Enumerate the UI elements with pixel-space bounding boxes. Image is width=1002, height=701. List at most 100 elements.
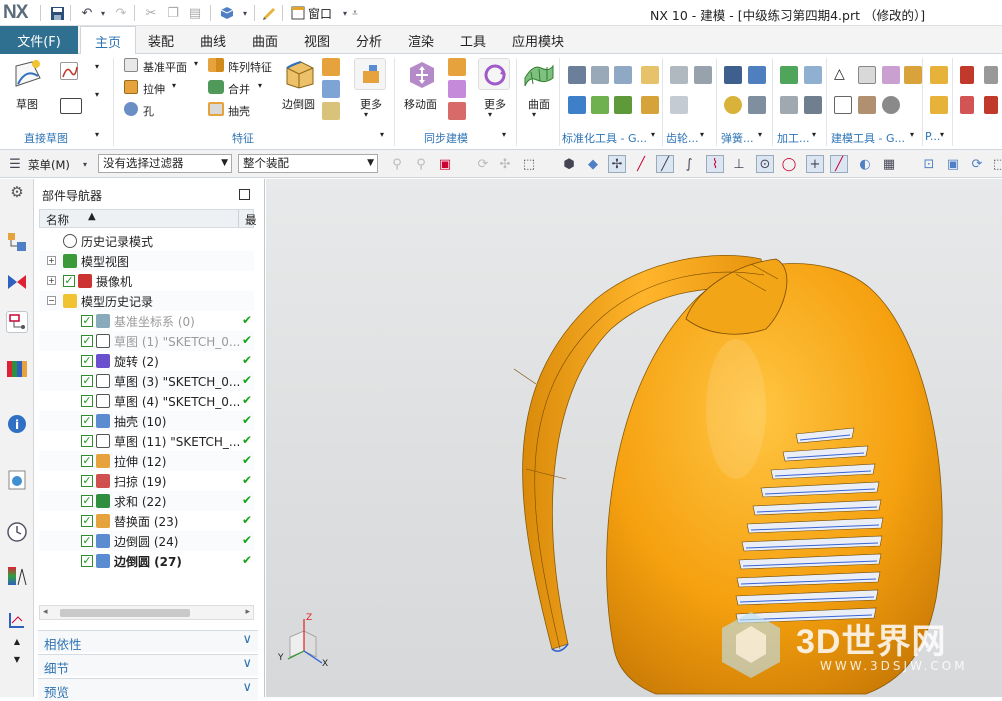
window-icon[interactable] — [289, 4, 307, 22]
tab-view[interactable]: 视图 — [304, 31, 330, 50]
arc-center-icon[interactable]: ⊥ — [730, 155, 748, 173]
system-materials-icon[interactable] — [6, 565, 28, 587]
tab-surface[interactable]: 曲面 — [252, 31, 278, 50]
visibility-checkbox[interactable]: ✓ — [81, 435, 93, 447]
tab-tools[interactable]: 工具 — [460, 31, 486, 50]
reuse-library-icon[interactable] — [6, 357, 28, 379]
tab-assembly[interactable]: 装配 — [148, 31, 174, 50]
modeling-tool-icon[interactable] — [858, 96, 876, 114]
scroll-right-icon[interactable]: ▸ — [245, 607, 250, 617]
hole-icon[interactable] — [124, 102, 138, 116]
chevron-down-icon[interactable]: ▾ — [95, 90, 113, 108]
group-gear[interactable]: 齿轮... — [666, 130, 699, 146]
draft-icon[interactable] — [322, 80, 340, 98]
tree-row[interactable]: ✓ 基准坐标系 (0) ✔ — [39, 311, 254, 331]
visibility-checkbox[interactable]: ✓ — [81, 395, 93, 407]
visibility-checkbox[interactable]: ✓ — [81, 535, 93, 547]
selection-scope-select[interactable]: 整个装配 ▼ — [238, 154, 378, 173]
standard-tool-icon[interactable] — [591, 96, 609, 114]
paste-icon[interactable]: ▤ — [186, 4, 204, 22]
group-standard-tools[interactable]: 标准化工具 - G... — [562, 130, 647, 146]
curve-icon[interactable] — [60, 62, 78, 80]
chevron-down-icon[interactable]: ▾ — [380, 130, 398, 148]
visibility-checkbox[interactable]: ✓ — [81, 555, 93, 567]
modeling-tool-icon[interactable] — [904, 66, 922, 84]
modeling-tool-icon[interactable] — [882, 66, 900, 84]
point-on-face-icon[interactable]: ◐ — [856, 155, 874, 173]
spring-tool-icon[interactable] — [748, 66, 766, 84]
chevron-down-icon[interactable]: ▾ — [502, 130, 520, 148]
panel-details[interactable]: 细节 ∨ — [38, 654, 258, 676]
control-point-icon[interactable]: ∫ — [680, 155, 698, 173]
annotation-icon[interactable] — [984, 66, 998, 84]
copy-icon[interactable]: ❐ — [164, 4, 182, 22]
lasso-icon[interactable]: ⟳ — [474, 155, 492, 173]
select-icon[interactable]: ✣ — [496, 155, 514, 173]
file-tab[interactable]: 文件(F) — [0, 26, 78, 54]
body-select-icon[interactable]: ⬢ — [560, 155, 578, 173]
modeling-tool-icon[interactable] — [882, 96, 900, 114]
gear-tool-icon[interactable] — [670, 66, 688, 84]
p-tool-icon[interactable] — [930, 66, 948, 84]
visibility-checkbox[interactable]: ✓ — [81, 475, 93, 487]
visibility-checkbox[interactable]: ✓ — [81, 315, 93, 327]
tree-row[interactable]: ✓ 抽壳 (10) ✔ — [39, 411, 254, 431]
filter-icon[interactable]: ▣ — [436, 155, 454, 173]
pattern-feature-icon[interactable] — [208, 58, 224, 72]
rectangle-icon[interactable] — [60, 98, 82, 114]
standard-tool-icon[interactable] — [614, 96, 632, 114]
spring-tool-icon[interactable] — [724, 96, 742, 114]
chevron-down-icon[interactable]: ▾ — [940, 130, 958, 148]
end-point-icon[interactable]: ╱ — [632, 155, 650, 173]
chevron-down-icon[interactable]: ▾ — [95, 130, 113, 148]
rotate-icon[interactable]: ⟳ — [968, 155, 986, 173]
rectangle-select-icon[interactable]: ⬚ — [520, 155, 538, 173]
shell-label[interactable]: 抽壳 — [228, 103, 250, 119]
scroll-thumb[interactable] — [60, 609, 190, 617]
delete-face-icon[interactable] — [448, 102, 466, 120]
tab-render[interactable]: 渲染 — [408, 31, 434, 50]
group-direct-sketch[interactable]: 直接草图 — [24, 130, 68, 146]
view-triad[interactable]: Z Y X — [276, 611, 336, 671]
triangle-tool-icon[interactable]: △ — [834, 66, 852, 84]
spring-tool-icon[interactable] — [748, 96, 766, 114]
column-name[interactable]: 名称 — [46, 212, 69, 228]
chevron-down-icon[interactable]: ▾ — [95, 62, 113, 80]
sort-ascending-icon[interactable]: ▲ — [88, 211, 96, 222]
tree-row[interactable]: ✓ 草图 (4) "SKETCH_0... ✔ — [39, 391, 254, 411]
group-sync-modeling[interactable]: 同步建模 — [424, 130, 468, 146]
snap-icon[interactable]: ⚲ — [388, 155, 406, 173]
datum-plane-label[interactable]: 基准平面 — [143, 59, 187, 75]
constraint-navigator-icon[interactable] — [6, 271, 28, 293]
standard-tool-icon[interactable] — [641, 66, 659, 84]
web-browser-icon[interactable] — [6, 469, 28, 491]
window-menu[interactable]: 窗口 — [308, 5, 332, 22]
visibility-checkbox[interactable]: ✓ — [63, 275, 75, 287]
visibility-checkbox[interactable]: ✓ — [81, 415, 93, 427]
standard-tool-icon[interactable] — [614, 66, 632, 84]
tree-row[interactable]: ✓ 拉伸 (12) ✔ — [39, 451, 254, 471]
gear-tool-icon[interactable] — [694, 66, 712, 84]
info-icon[interactable]: i — [6, 413, 28, 435]
touch-mode-icon[interactable] — [260, 4, 278, 22]
group-machining[interactable]: 加工... — [777, 130, 810, 146]
machining-tool-icon[interactable] — [780, 96, 798, 114]
annotation-icon[interactable] — [984, 96, 998, 114]
tree-row[interactable]: ✓ 草图 (3) "SKETCH_0... ✔ — [39, 371, 254, 391]
hole-label[interactable]: 孔 — [143, 103, 154, 119]
pattern-feature-label[interactable]: 阵列特征 — [228, 59, 272, 75]
point-on-curve-icon[interactable]: ╱ — [830, 155, 848, 173]
part-navigator-icon[interactable] — [6, 311, 28, 333]
p-tool-icon[interactable] — [930, 96, 948, 114]
machining-tool-icon[interactable] — [804, 66, 822, 84]
snap-icon[interactable]: ⚲ — [412, 155, 430, 173]
cut-icon[interactable]: ✂ — [142, 4, 160, 22]
machining-tool-icon[interactable] — [780, 66, 798, 84]
visibility-checkbox[interactable]: ✓ — [81, 335, 93, 347]
panel-dependencies[interactable]: 相依性 ∨ — [38, 630, 258, 652]
gear-icon[interactable]: ⚙ — [6, 183, 28, 205]
standard-tool-icon[interactable] — [591, 66, 609, 84]
tree-row[interactable]: ✓ 草图 (1) "SKETCH_0... ✔ — [39, 331, 254, 351]
zoom-icon[interactable]: ▣ — [944, 155, 962, 173]
spring-tool-icon[interactable] — [724, 66, 742, 84]
